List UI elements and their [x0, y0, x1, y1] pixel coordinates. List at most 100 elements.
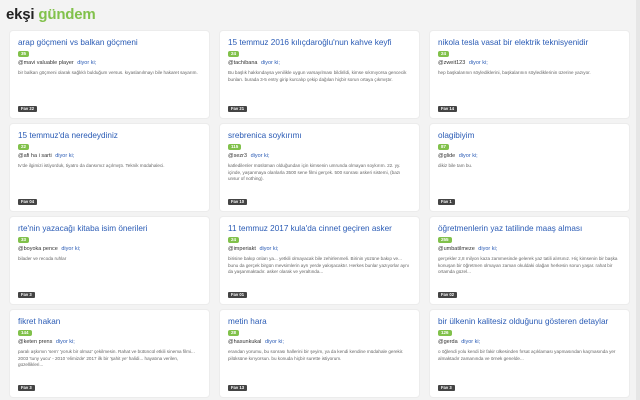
topic-title[interactable]: öğretmenlerin yaz tatilinde maaş alması: [438, 224, 621, 234]
topic-title[interactable]: arap göçmeni vs balkan göçmeni: [18, 38, 201, 48]
author-line: @gerda diyor ki;: [438, 339, 621, 345]
topic-card[interactable]: fikret hakan 144 @keten prens diyor ki; …: [10, 310, 209, 397]
header: ekşi gündem: [0, 0, 640, 30]
author-name[interactable]: @gerda: [438, 339, 458, 345]
entry-count-badge: 28: [228, 330, 240, 336]
says-label: diyor ki;: [458, 153, 478, 159]
author-name[interactable]: @mavi valuable player: [18, 60, 74, 66]
topic-card[interactable]: 15 temmuz'da neredeydiniz 22 @afi ha i s…: [10, 124, 209, 211]
author-name[interactable]: @afi ha i sarti: [18, 153, 52, 159]
scrollbar[interactable]: [636, 0, 640, 400]
author-name[interactable]: @tachibana: [228, 60, 257, 66]
author-line: @tachibana diyor ki;: [228, 60, 411, 66]
topic-title[interactable]: 15 temmuz'da neredeydiniz: [18, 131, 201, 141]
fav-badge[interactable]: Fav 22: [18, 106, 38, 112]
author-line: @glide diyor ki;: [438, 153, 621, 159]
says-label: diyor ki;: [461, 339, 481, 345]
topic-title[interactable]: 11 temmuz 2017 kula'da cinnet geçiren as…: [228, 224, 411, 234]
author-line: @afi ha i sarti diyor ki;: [18, 153, 201, 159]
topic-card[interactable]: öğretmenlerin yaz tatilinde maaş alması …: [430, 217, 629, 304]
entry-count-badge: 126: [438, 330, 452, 336]
logo-part-1: ekşi: [6, 6, 35, 23]
entry-count-badge: 35: [18, 51, 30, 57]
topic-title[interactable]: srebrenica soykırımı: [228, 131, 411, 141]
author-line: @umbatilmeze diyor ki;: [438, 246, 621, 252]
says-label: diyor ki;: [260, 60, 280, 66]
author-line: @zweit123 diyor ki;: [438, 60, 621, 66]
fav-badge[interactable]: Fav 10: [228, 199, 248, 205]
author-line: @boyoka pence diyor ki;: [18, 246, 201, 252]
topic-title[interactable]: nikola tesla vasat bir elektrik teknisye…: [438, 38, 621, 48]
entry-preview: hep başkalarının söylediklerini, başkala…: [438, 70, 591, 75]
author-name[interactable]: @glide: [438, 153, 455, 159]
fav-badge[interactable]: Fav 02: [438, 292, 458, 298]
topic-card[interactable]: nikola tesla vasat bir elektrik teknisye…: [430, 31, 629, 118]
fav-badge[interactable]: Fav 04: [18, 199, 38, 205]
entry-preview: dikiz bile tam bu.: [438, 163, 473, 168]
author-line: @hasunkukal diyor ki;: [228, 339, 411, 345]
fav-badge[interactable]: Fav 1: [438, 199, 455, 205]
fav-badge[interactable]: Fav 3: [18, 385, 35, 391]
author-name[interactable]: @hasunkukal: [228, 339, 261, 345]
author-name[interactable]: @zweit123: [438, 60, 465, 66]
entry-count-badge: 22: [18, 144, 30, 150]
logo[interactable]: ekşi gündem: [6, 6, 96, 23]
topic-title[interactable]: olagibiyim: [438, 131, 621, 141]
entry-count-badge: 255: [438, 237, 452, 243]
topic-title[interactable]: fikret hakan: [18, 317, 201, 327]
entry-count-badge: 87: [438, 144, 450, 150]
entry-count-badge: 115: [228, 144, 242, 150]
entry-preview: Bu başlık hakkındaysa yenilikle uygun va…: [228, 70, 407, 82]
says-label: diyor ki;: [77, 60, 97, 66]
says-label: diyor ki;: [264, 339, 284, 345]
fav-badge[interactable]: Fav 3: [18, 292, 35, 298]
topic-grid: arap göçmeni vs balkan göçmeni 35 @mavi …: [10, 31, 630, 397]
topic-card[interactable]: olagibiyim 87 @glide diyor ki; dikiz bil…: [430, 124, 629, 211]
author-line: @mavi valuable player diyor ki;: [18, 60, 201, 66]
topic-title[interactable]: rte'nin yazacağı kitaba isim önerileri: [18, 224, 201, 234]
says-label: diyor ki;: [478, 246, 498, 252]
entry-count-badge: 24: [228, 237, 240, 243]
entry-preview: bilader ve recoda ruhlar: [18, 256, 67, 261]
entry-preview: gerçekler 2,8 milyon kaza zammesinde gel…: [438, 256, 618, 275]
says-label: diyor ki;: [259, 246, 279, 252]
says-label: diyor ki;: [468, 60, 488, 66]
entry-preview: bir balkan göçmeni olarak sağlıklı buldu…: [18, 70, 198, 75]
topic-card[interactable]: metin hara 28 @hasunkukal diyor ki; eran…: [220, 310, 419, 397]
fav-badge[interactable]: Fav 21: [228, 106, 248, 112]
topic-card[interactable]: 11 temmuz 2017 kula'da cinnet geçiren as…: [220, 217, 419, 304]
logo-part-2: gündem: [38, 6, 96, 23]
entry-preview: o öğlendi yolu kendi bir fakir ülkesinde…: [438, 349, 616, 361]
says-label: diyor ki;: [250, 153, 270, 159]
says-label: diyor ki;: [61, 246, 81, 252]
says-label: diyor ki;: [55, 339, 75, 345]
topic-card[interactable]: 15 temmuz 2016 kılıçdaroğlu'nun kahve ke…: [220, 31, 419, 118]
author-name[interactable]: @boyoka pence: [18, 246, 58, 252]
topic-title[interactable]: metin hara: [228, 317, 411, 327]
topic-card[interactable]: srebrenica soykırımı 115 @sezr3 diyor ki…: [220, 124, 419, 211]
entry-count-badge: 24: [228, 51, 240, 57]
author-line: @imperiakt diyor ki;: [228, 246, 411, 252]
author-name[interactable]: @sezr3: [228, 153, 247, 159]
author-name[interactable]: @imperiakt: [228, 246, 256, 252]
fav-badge[interactable]: Fav 14: [438, 106, 458, 112]
entry-count-badge: 24: [438, 51, 450, 57]
entry-preview: paralı aşkımın 'sem' 'yoruk bir olmaz' ç…: [18, 349, 195, 368]
topic-title[interactable]: bir ülkenin kalitesiz olduğunu gösteren …: [438, 317, 621, 327]
entry-preview: katledilenler müslüman olduğundan için k…: [228, 163, 401, 182]
topic-card[interactable]: arap göçmeni vs balkan göçmeni 35 @mavi …: [10, 31, 209, 118]
entry-preview: birisine bakıp onları ya... yetkili olma…: [228, 256, 410, 275]
entry-count-badge: 144: [18, 330, 32, 336]
fav-badge[interactable]: Fav 13: [228, 385, 248, 391]
fav-badge[interactable]: Fav 3: [438, 385, 455, 391]
fav-badge[interactable]: Fav 01: [228, 292, 248, 298]
entry-preview: erandan yorumu, bu sonrası hallerini bir…: [228, 349, 404, 361]
entry-count-badge: 33: [18, 237, 30, 243]
topic-card[interactable]: rte'nin yazacağı kitaba isim önerileri 3…: [10, 217, 209, 304]
entry-preview: tv'de ilgimizi istiyorduk, tiyatro da da…: [18, 163, 165, 168]
topic-title[interactable]: 15 temmuz 2016 kılıçdaroğlu'nun kahve ke…: [228, 38, 411, 48]
author-name[interactable]: @umbatilmeze: [438, 246, 475, 252]
says-label: diyor ki;: [55, 153, 75, 159]
author-name[interactable]: @keten prens: [18, 339, 52, 345]
topic-card[interactable]: bir ülkenin kalitesiz olduğunu gösteren …: [430, 310, 629, 397]
